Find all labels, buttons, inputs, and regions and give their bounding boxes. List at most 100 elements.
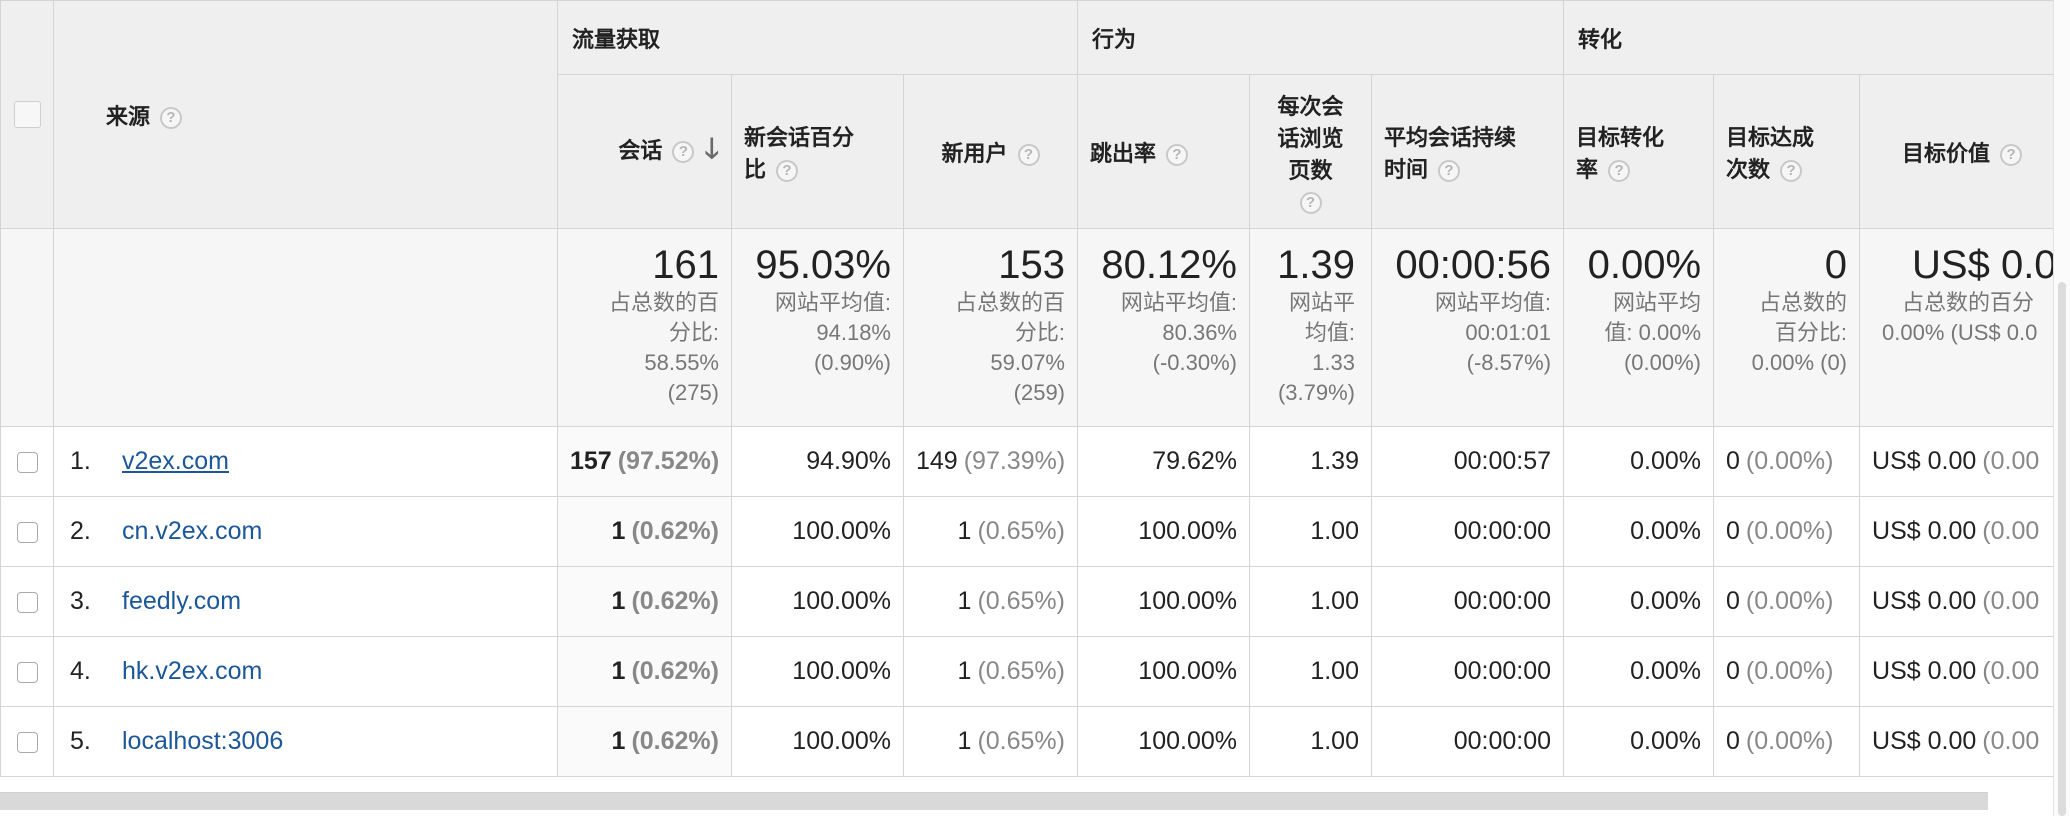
sort-descending-icon[interactable]: 🡓 bbox=[704, 133, 719, 164]
help-icon[interactable]: ? bbox=[1438, 159, 1461, 182]
group-acquisition: 流量获取 bbox=[557, 0, 1078, 75]
sessions-value: 157 bbox=[570, 447, 612, 475]
new-users-column-header[interactable]: 新用户? bbox=[903, 74, 1078, 229]
row-rank: 4. bbox=[70, 657, 91, 685]
source-link[interactable]: localhost:3006 bbox=[122, 727, 283, 755]
duration-cell: 00:00:00 bbox=[1370, 566, 1565, 637]
sessions-cell: 157 (97.52%) bbox=[557, 426, 732, 497]
pages-cell: 1.00 bbox=[1249, 566, 1372, 637]
goal-value-cell: US$ 0.00 (0.00 bbox=[1859, 706, 2053, 777]
goal-rate-cell: 0.00% bbox=[1563, 706, 1715, 777]
bounce-rate-cell: 100.00% bbox=[1077, 706, 1250, 777]
goal-completions-column-header[interactable]: 目标达成 次数? bbox=[1713, 74, 1861, 229]
pages-cell: 1.00 bbox=[1249, 496, 1372, 567]
new-users-value: 149 bbox=[916, 447, 958, 475]
summary-line: 59.07% bbox=[990, 350, 1065, 375]
goal-completions-percent: (0.00%) bbox=[1745, 587, 1834, 615]
sessions-column-header[interactable]: 会话? 🡓 bbox=[557, 74, 732, 229]
goal-completions-value: 0 bbox=[1726, 517, 1740, 545]
source-link[interactable]: hk.v2ex.com bbox=[122, 657, 262, 685]
goal-rate-cell: 0.00% bbox=[1563, 566, 1715, 637]
new-session-pct-cell: 100.00% bbox=[731, 636, 904, 707]
horizontal-scrollbar[interactable] bbox=[0, 792, 1988, 810]
goal-value-amount: US$ 0.00 bbox=[1872, 587, 1977, 615]
new-users-value: 1 bbox=[957, 517, 972, 545]
summary-value: 153 bbox=[998, 243, 1065, 287]
source-header-label: 来源 bbox=[106, 103, 151, 129]
sessions-percent: (97.52%) bbox=[617, 447, 720, 475]
sessions-value: 1 bbox=[611, 657, 626, 685]
help-icon[interactable]: ? bbox=[160, 106, 183, 129]
duration-cell: 00:00:00 bbox=[1370, 706, 1565, 777]
table-row: 3. feedly.com 1 (0.62%) 100.00% 1 (0.65%) 1… bbox=[0, 566, 2053, 637]
summary-line: 网站平均值: bbox=[774, 290, 891, 315]
pages-per-session-column-header[interactable]: 每次会 话浏览 页数 ? bbox=[1249, 74, 1372, 229]
source-column-header[interactable]: 来源? bbox=[53, 0, 558, 229]
sessions-value: 1 bbox=[611, 587, 626, 615]
summary-value: 161 bbox=[652, 243, 719, 287]
row-checkbox[interactable] bbox=[16, 591, 38, 613]
summary-line: 网站平均值: bbox=[1434, 290, 1552, 315]
row-checkbox[interactable] bbox=[16, 731, 38, 753]
help-icon[interactable]: ? bbox=[1299, 191, 1322, 214]
select-all-cell bbox=[0, 0, 54, 229]
summary-line: 网站平 bbox=[1288, 290, 1355, 315]
row-checkbox-cell bbox=[0, 496, 54, 567]
source-cell: 2. cn.v2ex.com bbox=[53, 496, 558, 567]
help-icon[interactable]: ? bbox=[776, 159, 799, 182]
summary-line: 58.55% bbox=[644, 350, 719, 375]
source-link[interactable]: feedly.com bbox=[122, 587, 241, 615]
help-icon[interactable]: ? bbox=[672, 140, 695, 163]
goal-value-percent: (0.00 bbox=[1982, 727, 2040, 755]
help-icon[interactable]: ? bbox=[1608, 159, 1631, 182]
bounce-rate-column-header[interactable]: 跳出率? bbox=[1077, 74, 1250, 229]
bounce-rate-header-label: 跳出率 bbox=[1090, 140, 1157, 166]
header-label-line: 目标转化 bbox=[1576, 124, 1665, 150]
summary-line: 80.36% bbox=[1162, 320, 1237, 345]
sessions-value: 1 bbox=[611, 727, 626, 755]
table-row: 1. v2ex.com 157 (97.52%) 94.90% 149 (97.39%… bbox=[0, 426, 2053, 497]
select-all-checkbox[interactable] bbox=[13, 101, 41, 129]
row-checkbox[interactable] bbox=[16, 521, 38, 543]
summary-line: 值: 0.00% bbox=[1604, 320, 1702, 345]
pages-cell: 1.39 bbox=[1249, 426, 1372, 497]
pages-cell: 1.00 bbox=[1249, 636, 1372, 707]
help-icon[interactable]: ? bbox=[2000, 143, 2023, 166]
goal-value-percent: (0.00 bbox=[1982, 517, 2040, 545]
new-session-pct-cell: 100.00% bbox=[731, 706, 904, 777]
help-icon[interactable]: ? bbox=[1166, 143, 1189, 166]
summary-line: 1.33 bbox=[1312, 350, 1355, 375]
summary-goal-value: US$ 0.0 占总数的百分 0.00% (US$ 0.0 bbox=[1859, 228, 2053, 427]
new-session-pct-column-header[interactable]: 新会话百分 比? bbox=[731, 74, 904, 229]
summary-line: 分比: bbox=[668, 320, 719, 345]
sessions-percent: (0.62%) bbox=[631, 517, 719, 545]
new-users-cell: 149 (97.39%) bbox=[903, 426, 1078, 497]
summary-line: 网站平均 bbox=[1613, 290, 1702, 315]
avg-duration-column-header[interactable]: 平均会话持续 时间? bbox=[1370, 74, 1565, 229]
summary-avg-duration: 00:00:56 网站平均值: 00:01:01 (-8.57%) bbox=[1370, 228, 1565, 427]
goal-value-header-label: 目标价值 bbox=[1902, 140, 1991, 166]
bounce-rate-cell: 79.62% bbox=[1077, 426, 1250, 497]
new-session-pct-cell: 100.00% bbox=[731, 496, 904, 567]
duration-cell: 00:00:00 bbox=[1370, 496, 1565, 567]
row-checkbox[interactable] bbox=[16, 451, 38, 473]
help-icon[interactable]: ? bbox=[1017, 143, 1040, 166]
duration-cell: 00:00:57 bbox=[1370, 426, 1565, 497]
vertical-scrollbar[interactable] bbox=[2053, 0, 2070, 816]
row-checkbox[interactable] bbox=[16, 661, 38, 683]
source-link[interactable]: v2ex.com bbox=[122, 447, 229, 475]
help-icon[interactable]: ? bbox=[1780, 159, 1803, 182]
summary-line: 占总数的百 bbox=[608, 290, 719, 315]
goal-conv-rate-column-header[interactable]: 目标转化 率? bbox=[1563, 74, 1715, 229]
new-users-value: 1 bbox=[957, 727, 972, 755]
goal-completions-value: 0 bbox=[1726, 587, 1740, 615]
goal-value-column-header[interactable]: 目标价值? bbox=[1859, 74, 2053, 229]
row-checkbox-cell bbox=[0, 636, 54, 707]
summary-line: 占总数的百 bbox=[954, 290, 1065, 315]
summary-value: 0.00% bbox=[1587, 243, 1702, 287]
vertical-scrollbar-thumb[interactable] bbox=[2058, 282, 2066, 816]
header-label-line: 率 bbox=[1576, 156, 1599, 182]
new-session-pct-cell: 100.00% bbox=[731, 566, 904, 637]
row-rank: 1. bbox=[70, 447, 91, 475]
source-link[interactable]: cn.v2ex.com bbox=[122, 517, 262, 545]
